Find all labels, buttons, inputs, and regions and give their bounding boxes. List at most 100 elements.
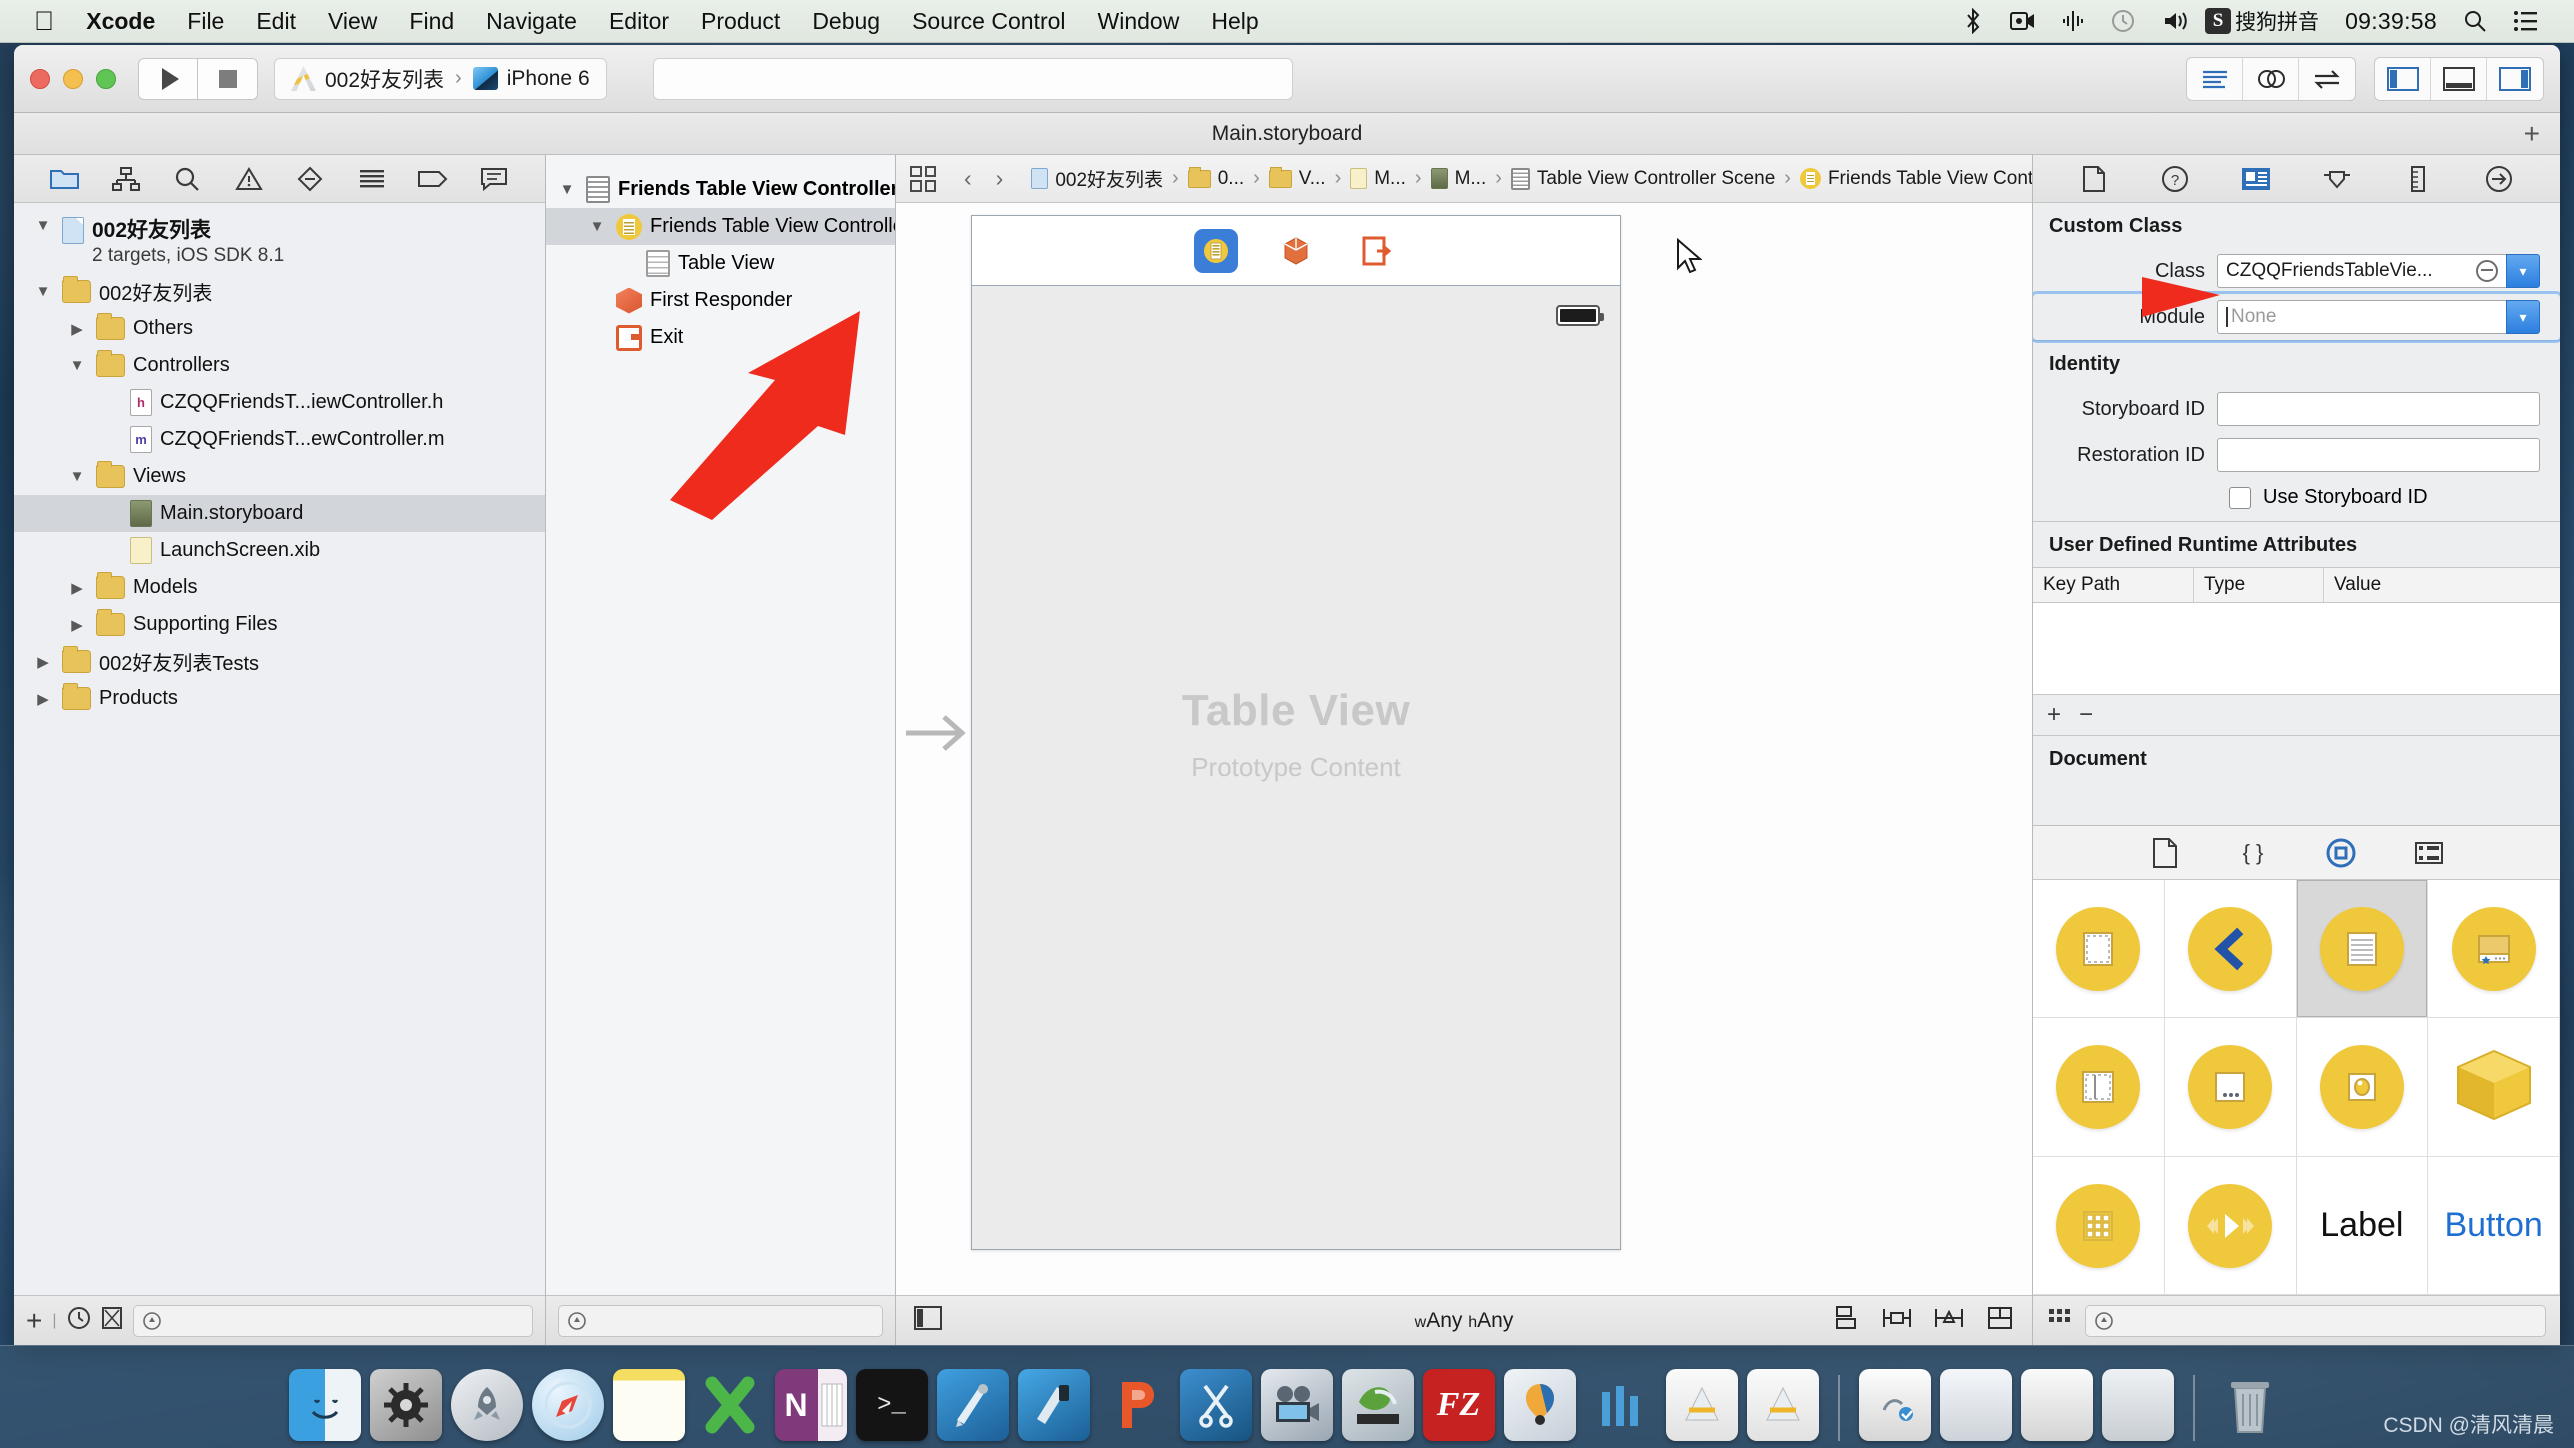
breadcrumb-file-2[interactable]: M... xyxy=(1430,168,1486,190)
dock-icon-finder[interactable] xyxy=(288,1369,361,1441)
file-tree-row[interactable]: h CZQQFriendsT...iewController.h xyxy=(14,384,545,421)
dock-icon-microsoft-excel[interactable] xyxy=(694,1369,766,1441)
menu-view[interactable]: View xyxy=(312,0,393,43)
apple-menu-icon[interactable]:  xyxy=(18,1,70,41)
find-navigator-icon[interactable] xyxy=(170,162,204,196)
udra-add-button[interactable]: + xyxy=(2047,701,2061,729)
menu-bar-clock[interactable]: 09:39:58 xyxy=(2332,8,2450,35)
breadcrumb-file-1[interactable]: M... xyxy=(1350,168,1406,190)
quick-help-icon[interactable]: ? xyxy=(2158,162,2192,196)
media-library-icon[interactable] xyxy=(2409,833,2449,873)
menu-debug[interactable]: Debug xyxy=(796,0,896,43)
menu-editor[interactable]: Editor xyxy=(593,0,685,43)
version-editor-button[interactable] xyxy=(2299,58,2355,100)
file-tree-row[interactable]: ▶ 002好友列表Tests xyxy=(14,643,545,680)
menu-product[interactable]: Product xyxy=(685,0,796,43)
toggle-navigator-button[interactable] xyxy=(2375,57,2431,100)
dock-icon-iwork-numbers[interactable] xyxy=(1585,1369,1657,1441)
library-item-avplayer-view-controller[interactable] xyxy=(2164,1157,2297,1295)
breakpoint-navigator-icon[interactable] xyxy=(416,162,450,196)
close-window-button[interactable] xyxy=(30,68,50,89)
library-view-toggle-icon[interactable] xyxy=(2047,1306,2073,1335)
standard-editor-button[interactable] xyxy=(2187,57,2243,100)
library-item-table-view-controller[interactable] xyxy=(2296,880,2429,1018)
library-item-navigation-controller[interactable] xyxy=(2164,880,2297,1018)
first-responder-icon[interactable] xyxy=(1274,229,1318,273)
disclosure-triangle[interactable]: ▼ xyxy=(66,357,88,374)
class-input[interactable]: CZQQFriendsTableVie... xyxy=(2217,254,2506,288)
library-item-glkit-view-controller[interactable] xyxy=(2296,1018,2429,1157)
dock-icon-notes[interactable] xyxy=(612,1369,685,1441)
project-navigator-icon[interactable] xyxy=(48,162,82,196)
library-filter-field[interactable] xyxy=(2085,1304,2546,1337)
menu-xcode[interactable]: Xcode xyxy=(70,0,171,43)
dock-icon-mplayer[interactable] xyxy=(1341,1369,1414,1441)
disclosure-triangle[interactable]: ▶ xyxy=(32,653,54,671)
menu-find[interactable]: Find xyxy=(393,0,470,43)
test-navigator-icon[interactable] xyxy=(293,162,327,196)
dock-icon-snipping-tool[interactable] xyxy=(1179,1369,1252,1441)
resizing-behavior-icon[interactable] xyxy=(1986,1305,2014,1336)
disclosure-triangle[interactable]: ▼ xyxy=(66,468,88,485)
bluetooth-icon[interactable] xyxy=(1949,8,1997,34)
dock-window-1[interactable] xyxy=(1858,1369,1931,1441)
dock-icon-trash[interactable] xyxy=(2214,1369,2286,1441)
pin-icon[interactable] xyxy=(1882,1305,1912,1336)
dock-icon-parallels[interactable] xyxy=(1503,1369,1576,1441)
code-snippet-library-icon[interactable]: { } xyxy=(2233,833,2273,873)
module-input[interactable]: None xyxy=(2217,300,2506,334)
stop-button[interactable] xyxy=(198,57,258,100)
module-combo[interactable]: None ▾ xyxy=(2217,300,2540,334)
dock-icon-xcode-alt-1[interactable] xyxy=(1665,1369,1738,1441)
identity-inspector-icon[interactable] xyxy=(2239,162,2273,196)
outline-row[interactable]: ▼ Friends Table View Controller xyxy=(546,208,895,245)
library-item-page-view-controller[interactable] xyxy=(2164,1018,2297,1157)
view-controller-icon[interactable] xyxy=(1194,228,1238,273)
outline-filter-field[interactable] xyxy=(558,1304,883,1337)
file-template-library-icon[interactable] xyxy=(2145,833,2185,873)
dock-icon-system-preferences[interactable] xyxy=(369,1369,442,1441)
dock-window-3[interactable] xyxy=(2020,1369,2093,1441)
menu-source-control[interactable]: Source Control xyxy=(896,0,1081,43)
resolve-auto-layout-icon[interactable] xyxy=(1934,1305,1964,1336)
add-editor-button[interactable]: + xyxy=(2524,119,2540,148)
udra-rows[interactable] xyxy=(2033,603,2560,695)
airplay-icon[interactable] xyxy=(2049,9,2097,33)
screen-record-icon[interactable] xyxy=(1997,11,2049,31)
report-navigator-icon[interactable] xyxy=(477,162,511,196)
toggle-debug-area-button[interactable] xyxy=(2431,57,2487,100)
symbol-navigator-icon[interactable] xyxy=(109,162,143,196)
recent-files-filter-icon[interactable] xyxy=(67,1306,91,1335)
dock-icon-terminal[interactable]: >_ xyxy=(855,1369,928,1441)
disclosure-triangle[interactable]: ▼ xyxy=(556,181,578,198)
zoom-window-button[interactable] xyxy=(96,68,116,89)
disclosure-triangle[interactable]: ▶ xyxy=(32,690,54,708)
outline-row[interactable]: Exit xyxy=(546,319,895,356)
dock-icon-safari[interactable] xyxy=(531,1369,604,1441)
outline-row[interactable]: First Responder xyxy=(546,282,895,319)
breadcrumb-viewcontroller[interactable]: Friends Table View Controller xyxy=(1799,168,2032,190)
disclosure-triangle[interactable]: ▶ xyxy=(66,616,88,634)
library-item-view-controller[interactable] xyxy=(2033,880,2165,1018)
use-storyboard-id-checkbox[interactable] xyxy=(2229,486,2251,509)
table-view-prototype[interactable]: Table View Prototype Content xyxy=(972,286,1620,1249)
volume-icon[interactable] xyxy=(2149,9,2205,33)
storyboard-canvas[interactable]: Table View Prototype Content xyxy=(896,203,2032,1295)
class-combo[interactable]: CZQQFriendsTableVie... ▾ xyxy=(2217,254,2540,288)
disclosure-triangle[interactable]: ▶ xyxy=(66,320,88,338)
disclosure-triangle[interactable]: ▼ xyxy=(32,283,54,300)
file-tree-row[interactable]: ▼ 002好友列表 xyxy=(14,273,545,310)
breadcrumb-scene[interactable]: Table View Controller Scene xyxy=(1510,167,1775,190)
exit-icon[interactable] xyxy=(1354,229,1398,273)
project-root-row[interactable]: ▼ 002好友列表 2 targets, iOS SDK 8.1 xyxy=(14,217,545,273)
add-file-button[interactable]: + xyxy=(26,1305,42,1337)
menu-navigate[interactable]: Navigate xyxy=(470,0,593,43)
restoration-id-input[interactable] xyxy=(2217,438,2540,472)
breadcrumb-project[interactable]: 002好友列表 xyxy=(1031,165,1163,192)
menu-window[interactable]: Window xyxy=(1082,0,1196,43)
run-button[interactable] xyxy=(138,57,198,100)
project-twisty[interactable]: ▼ xyxy=(32,217,54,234)
back-button[interactable]: ‹ xyxy=(952,165,984,192)
spotlight-search-icon[interactable] xyxy=(2450,9,2500,33)
dock-icon-instruments[interactable] xyxy=(1017,1369,1090,1441)
